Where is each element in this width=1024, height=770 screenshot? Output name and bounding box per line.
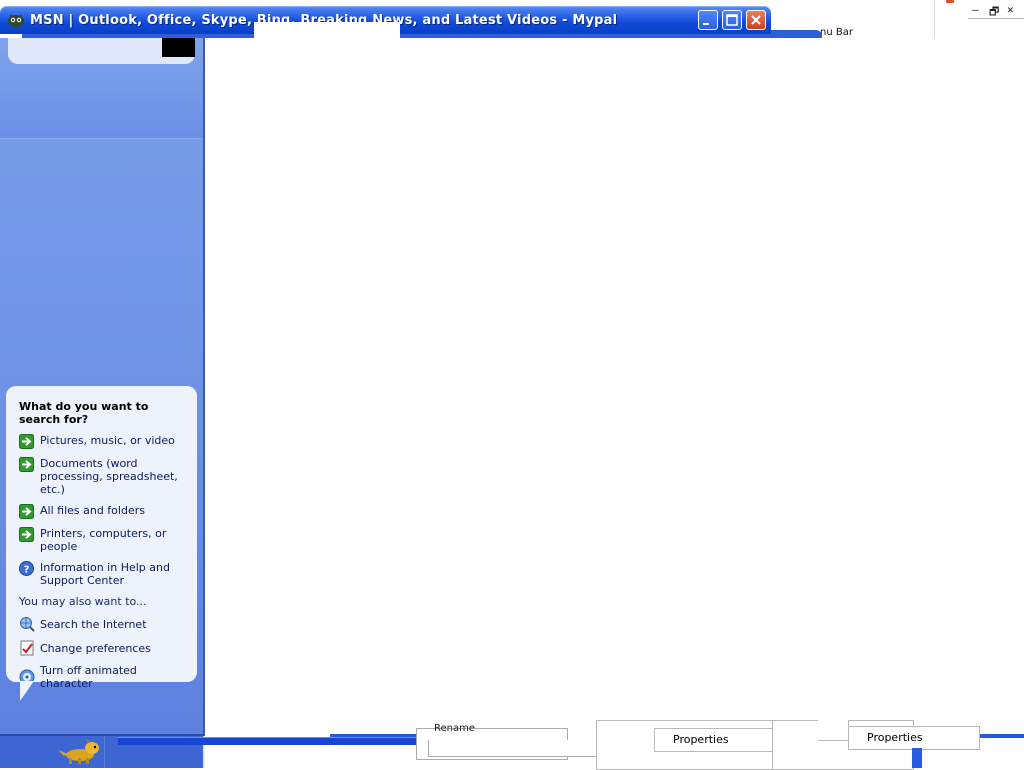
menu-bar-label-fragment: nu Bar xyxy=(820,27,853,38)
green-arrow-icon xyxy=(19,457,34,472)
option-label: Pictures, music, or video xyxy=(40,434,175,447)
properties-label: Properties xyxy=(673,733,729,746)
properties-button-2[interactable]: Properties xyxy=(848,726,980,750)
close-button[interactable] xyxy=(746,10,766,30)
search-balloon: What do you want to search for? Pictures… xyxy=(6,386,197,690)
preferences-icon xyxy=(20,640,34,656)
properties-frame-fragment xyxy=(818,720,849,741)
maximize-icon xyxy=(726,14,738,26)
maximize-button[interactable] xyxy=(722,10,742,30)
option-documents[interactable]: Documents (word processing, spreadsheet,… xyxy=(19,457,187,496)
option-label: Information in Help and Support Center xyxy=(40,561,170,587)
balloon-tail xyxy=(20,681,34,701)
close-icon xyxy=(751,15,761,25)
option-label: Turn off animated character xyxy=(40,664,137,690)
bg-minimize-button[interactable]: – xyxy=(972,3,979,16)
minimize-button[interactable] xyxy=(698,10,718,30)
properties-label: Properties xyxy=(867,731,923,744)
mypal-app-icon xyxy=(8,14,24,27)
background-dialog-fragment-2 xyxy=(428,740,600,757)
option-label: Printers, computers, or people xyxy=(40,527,167,553)
option-pictures-music-video[interactable]: Pictures, music, or video xyxy=(19,434,187,449)
green-arrow-icon xyxy=(19,504,34,519)
background-blue-strip-right xyxy=(980,734,1024,738)
properties-button-1[interactable]: Properties xyxy=(654,728,782,752)
minimize-icon xyxy=(703,23,709,25)
footer-separator xyxy=(104,736,105,768)
option-search-internet[interactable]: Search the Internet xyxy=(19,616,187,632)
option-label: Search the Internet xyxy=(40,617,147,631)
option-label: Change preferences xyxy=(40,641,151,655)
option-printers-computers-people[interactable]: Printers, computers, or people xyxy=(19,527,187,553)
bg-divider xyxy=(968,18,1024,19)
option-label: Documents (word processing, spreadsheet,… xyxy=(40,457,178,496)
black-artifact xyxy=(162,38,195,57)
green-arrow-icon xyxy=(19,434,34,449)
background-blue-edge xyxy=(912,748,922,768)
option-all-files-folders[interactable]: All files and folders xyxy=(19,504,187,519)
option-turn-off-character[interactable]: Turn off animated character xyxy=(19,664,187,690)
pane-divider xyxy=(203,38,205,736)
overlay-white-patch xyxy=(254,22,400,38)
bg-restore-button[interactable]: 🗗 xyxy=(989,3,999,22)
option-label: All files and folders xyxy=(40,504,145,517)
search-dog-character-icon[interactable] xyxy=(54,738,104,764)
svg-text:?: ? xyxy=(24,565,30,576)
search-question: What do you want to search for? xyxy=(19,400,149,426)
green-arrow-icon xyxy=(19,527,34,542)
also-want-heading: You may also want to... xyxy=(19,595,147,608)
background-red-sliver xyxy=(946,0,954,3)
option-change-preferences[interactable]: Change preferences xyxy=(19,640,187,656)
help-icon: ? xyxy=(19,561,34,576)
internet-search-icon xyxy=(20,617,35,632)
bg-close-button[interactable]: ✕ xyxy=(1007,3,1014,16)
option-help-support[interactable]: ? Information in Help and Support Center xyxy=(19,561,187,587)
clipped-label: Rename xyxy=(434,724,476,734)
background-progress-strip xyxy=(118,737,418,745)
